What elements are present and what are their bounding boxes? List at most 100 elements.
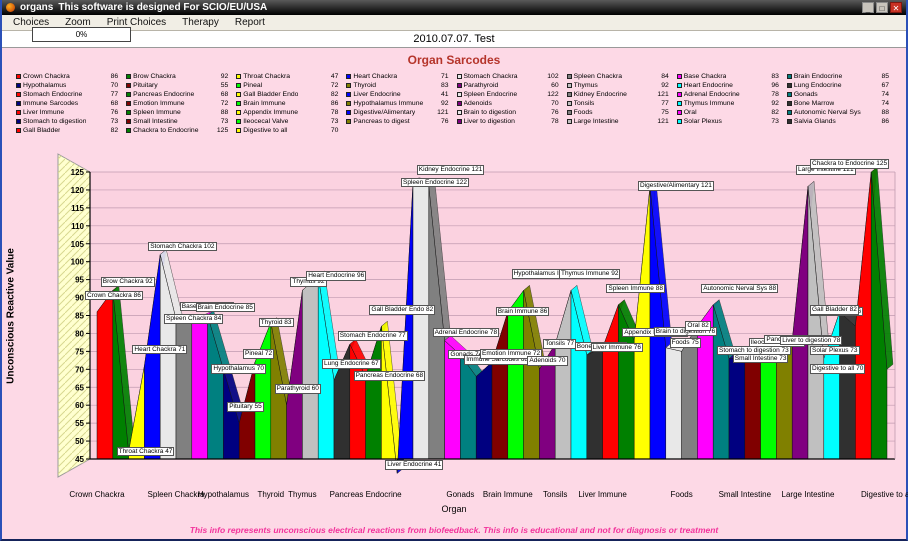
x-tick-label: Digestive to all: [860, 490, 908, 499]
legend-item: Gall Bladder 82: [16, 126, 121, 135]
legend-color-chip: [346, 119, 352, 124]
menu-item-therapy[interactable]: Therapy: [174, 17, 227, 28]
legend-value: 92: [220, 73, 229, 80]
svg-text:115: 115: [71, 204, 84, 213]
legend-value: 55: [220, 82, 229, 89]
progress-value: 0%: [75, 30, 88, 39]
legend-color-chip: [346, 110, 352, 115]
menu-item-report[interactable]: Report: [227, 17, 273, 28]
legend-label: Gall Bladder Endo: [243, 91, 299, 98]
legend-value: 88: [881, 109, 889, 116]
legend-label: Thymus: [573, 82, 598, 89]
legend-item: Salvia Glands 86: [786, 117, 892, 126]
legend-value: 92: [661, 82, 669, 89]
legend-color-chip: [126, 119, 132, 124]
svg-text:50: 50: [75, 437, 84, 446]
legend-item: Foods 75: [566, 108, 672, 117]
legend-label: Liver Endocrine: [353, 91, 401, 98]
legend-label: Salvia Glands: [793, 118, 836, 125]
legend-value: 102: [547, 73, 559, 80]
legend-color-chip: [676, 110, 682, 115]
point-label: Autonomic Nerval Sys 88: [701, 283, 779, 294]
legend-color-chip: [346, 74, 352, 79]
legend-color-chip: [346, 92, 352, 97]
legend-value: 78: [551, 118, 559, 125]
legend-color-chip: [126, 110, 132, 115]
legend-color-chip: [16, 110, 21, 115]
svg-text:90: 90: [75, 294, 84, 303]
legend-label: Brain Endocrine: [793, 73, 843, 80]
legend-color-chip: [236, 92, 242, 97]
legend-color-chip: [786, 92, 792, 97]
close-button[interactable]: ✕: [890, 2, 902, 13]
legend-color-chip: [456, 74, 462, 79]
legend-label: Appendix Immune: [243, 109, 299, 116]
legend-label: Brain Immune: [243, 100, 286, 107]
legend-value: 76: [551, 109, 559, 116]
point-label: Liver Immune 76: [590, 342, 644, 353]
point-label: Adenoids 70: [527, 356, 568, 366]
legend-value: 73: [220, 118, 229, 125]
window-subtitle: This software is designed For SCIO/EU/US…: [58, 2, 268, 13]
legend-color-chip: [236, 74, 242, 79]
legend-label: Digestive to all: [243, 127, 288, 134]
legend-color-chip: [16, 128, 21, 133]
minimize-button[interactable]: _: [862, 2, 874, 13]
legend-color-chip: [566, 101, 572, 106]
point-label: Lung Endocrine 67: [322, 359, 381, 369]
legend-color-chip: [786, 119, 792, 124]
legend-label: Crown Chackra: [23, 73, 70, 80]
legend-item: Gall Bladder Endo 82: [236, 90, 341, 99]
legend-color-chip: [236, 101, 242, 106]
svg-text:80: 80: [75, 329, 84, 338]
point-label: Pancreas Endocrine 68: [353, 371, 426, 381]
window-title: organs: [20, 2, 54, 13]
legend-label: Ileocecal Valve: [243, 118, 289, 125]
legend-item: Heart Endocrine 96: [676, 81, 782, 90]
legend-label: Large Intestine: [573, 118, 619, 125]
legend-item: Parathyroid 60: [456, 81, 562, 90]
legend-label: Liver Immune: [23, 109, 65, 116]
legend-value: 77: [661, 100, 669, 107]
legend-value: 96: [771, 82, 779, 89]
svg-text:125: 125: [71, 168, 85, 177]
legend-label: Brain to digestion: [463, 109, 517, 116]
legend-color-chip: [236, 83, 242, 88]
legend-value: 77: [110, 91, 119, 98]
point-label: Gall Bladder 82: [810, 305, 859, 315]
legend-item: Spleen Endocrine 122: [456, 90, 562, 99]
legend-value: 70: [551, 100, 559, 107]
svg-text:85: 85: [75, 312, 84, 321]
legend-value: 92: [771, 100, 779, 107]
legend-color-chip: [236, 110, 242, 115]
legend-label: Pancreas to digest: [353, 118, 410, 125]
legend-color-chip: [566, 119, 572, 124]
legend-item: Brow Chackra 92: [126, 72, 231, 81]
legend-label: Solar Plexus: [683, 118, 722, 125]
legend-color-chip: [456, 83, 462, 88]
svg-text:45: 45: [75, 455, 84, 464]
legend-item: Spleen Immune 88: [126, 108, 231, 117]
legend-label: Adrenal Endocrine: [683, 91, 740, 98]
legend-label: Gonads: [793, 91, 818, 98]
point-label: Liver Endocrine 41: [385, 460, 444, 470]
legend-label: Oral: [683, 109, 697, 116]
legend-label: Thyroid: [353, 82, 377, 89]
title-bar[interactable]: organs This software is designed For SCI…: [2, 0, 906, 15]
legend-value: 60: [551, 82, 559, 89]
legend-label: Liver to digestion: [463, 118, 515, 125]
legend-value: 88: [220, 109, 229, 116]
legend-color-chip: [16, 92, 21, 97]
legend-value: 47: [330, 73, 339, 80]
maximize-button[interactable]: □: [876, 2, 888, 13]
x-tick-label: Pancreas Endocrine: [329, 490, 402, 499]
legend-label: Small Intestine: [133, 118, 178, 125]
point-label: Chackra to Endocrine 125: [810, 159, 890, 169]
legend-item: Digestive to all 70: [236, 126, 341, 135]
legend-label: Immune Sarcodes: [23, 100, 79, 107]
legend-value: 76: [110, 109, 119, 116]
legend-value: 41: [440, 91, 449, 98]
legend-item: Autonomic Nerval Sys 88: [786, 108, 892, 117]
legend-item: Large Intestine 121: [566, 117, 672, 126]
legend-label: Stomach to digestion: [23, 118, 87, 125]
